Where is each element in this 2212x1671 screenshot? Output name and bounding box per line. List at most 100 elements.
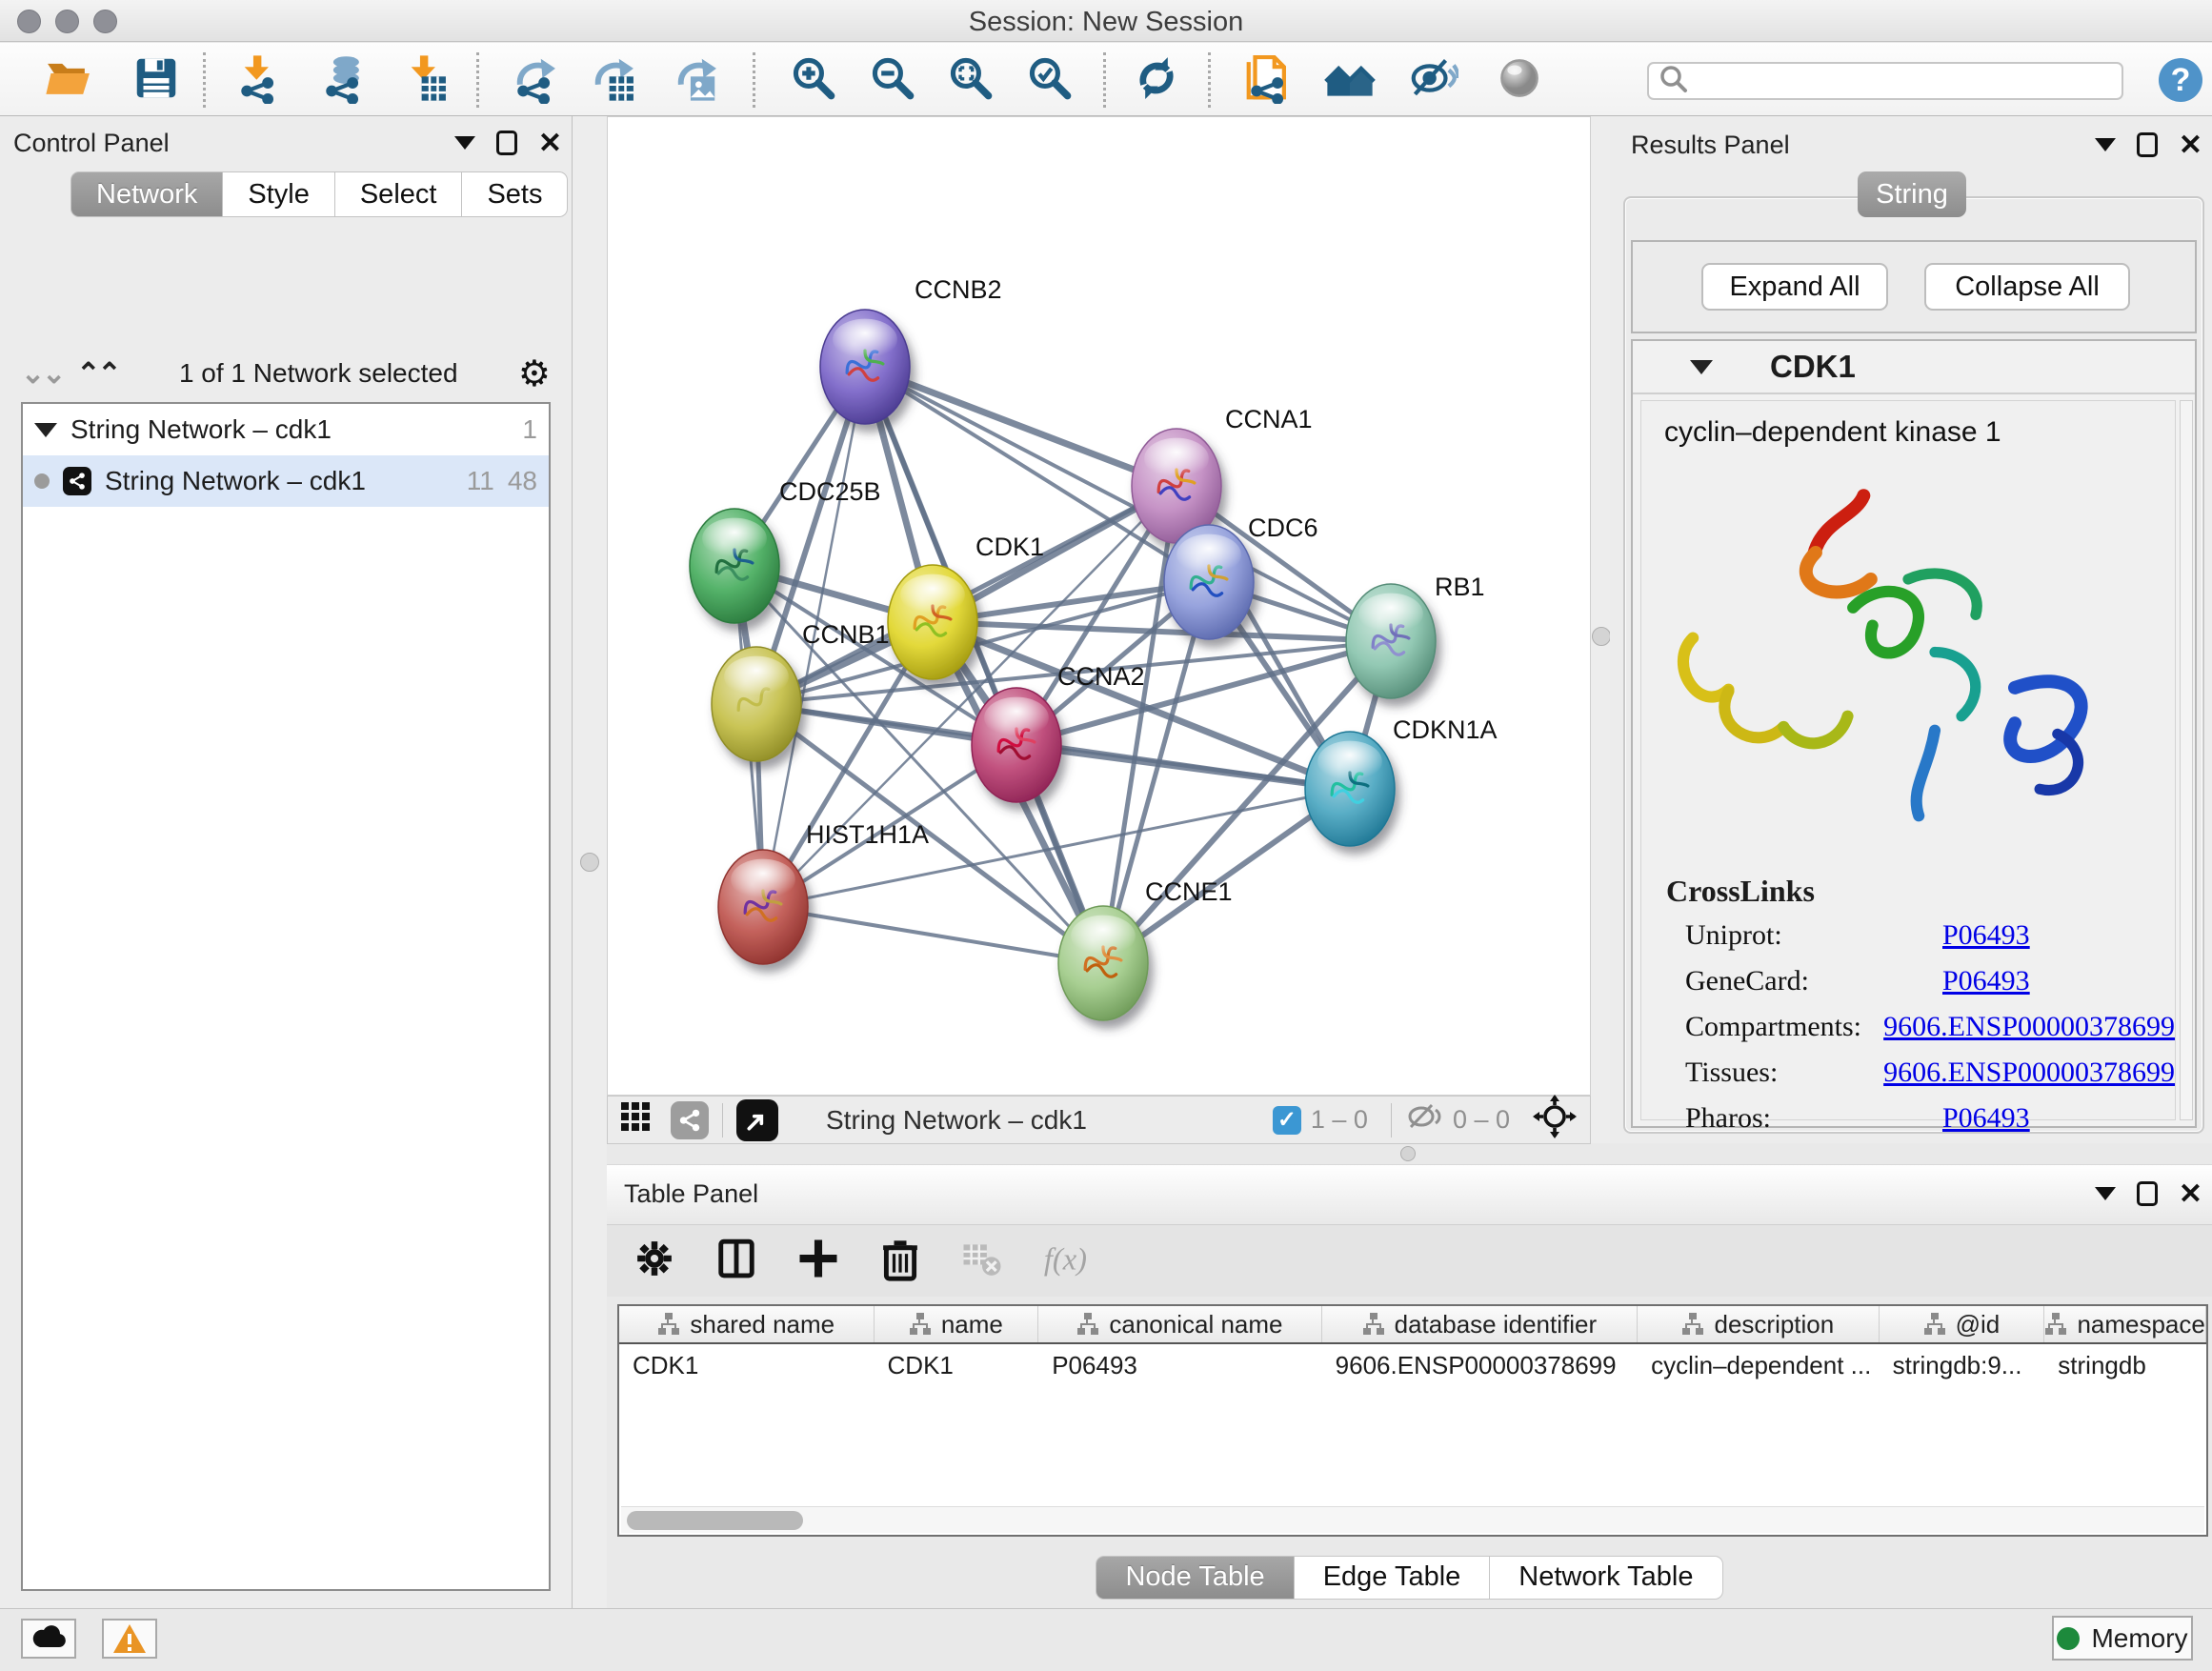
crosslink-row: Tissues:9606.ENSP00000378699 [1641,1050,2175,1096]
add-column-button[interactable] [794,1234,843,1288]
zoom-out-button[interactable] [865,54,920,106]
delete-column-button[interactable] [875,1234,925,1288]
search-input[interactable] [1689,66,2099,97]
network-node-CDK1 [888,565,977,679]
app-window: Session: New Session ? Control Panel ✕ N… [0,0,2212,1671]
show-columns-button[interactable] [712,1234,761,1288]
column-header-shared-name[interactable]: shared name [619,1306,875,1342]
toolbar-separator [203,52,206,108]
column-header-database-identifier[interactable]: database identifier [1322,1306,1638,1342]
table-panel-close-icon[interactable]: ✕ [2179,1178,2202,1211]
share-view-icon[interactable] [671,1101,709,1139]
zoom-selected-button[interactable] [1022,54,1077,106]
right-splitter-handle[interactable] [1592,627,1611,646]
export-table-icon [587,52,638,109]
collapse-arrow-icon[interactable] [34,423,57,437]
column-header--id[interactable]: @id [1880,1306,2045,1342]
zoom-fit-button[interactable] [943,54,998,106]
control-panel-close-icon[interactable]: ✕ [538,127,562,160]
tab-network[interactable]: Network [70,171,223,217]
network-tree-child-row[interactable]: String Network – cdk1 11 48 [23,455,549,507]
zoom-in-button[interactable] [786,54,841,106]
warnings-button[interactable] [102,1619,157,1659]
export-image-button[interactable] [668,54,723,106]
tab-string[interactable]: String [1858,171,1966,217]
results-panel-float-icon[interactable] [2095,138,2116,151]
memory-button[interactable]: Memory [2052,1616,2193,1661]
table-row[interactable]: CDK1CDK1P064939606.ENSP00000378699cyclin… [619,1344,2206,1386]
collapse-all-button[interactable]: Collapse All [1924,263,2130,311]
control-panel-float-icon[interactable] [454,136,475,150]
export-table-button[interactable] [585,54,640,106]
table-settings-button[interactable] [630,1234,679,1288]
table-panel-float-icon[interactable] [2095,1187,2116,1200]
results-panel-close-icon[interactable]: ✕ [2179,129,2202,162]
edge-HIST1H1A-CCNE1 [763,907,1103,963]
network-canvas[interactable]: CCNB2 CCNA1 CDC25B CDK1 CDC6 RB1 [607,116,1591,1096]
control-panel-maximize-icon[interactable] [496,131,517,155]
left-splitter-handle[interactable] [580,853,599,872]
column-header-namespace[interactable]: namespace [2044,1306,2206,1342]
results-scrollbar[interactable] [2180,400,2193,1120]
grid-view-icon[interactable] [619,1100,652,1139]
zoom-out-icon [867,52,918,109]
import-network-database-button[interactable] [315,54,371,106]
share-session-button[interactable] [1240,54,1296,106]
selected-checkbox-icon[interactable]: ✓ [1273,1106,1301,1135]
expand-all-networks-icon[interactable]: ⌃⌃ [76,357,118,391]
node-result-header[interactable]: CDK1 [1633,341,2195,394]
export-network-button[interactable] [507,54,562,106]
collapse-all-networks-icon[interactable]: ⌄⌄ [21,357,63,391]
search-field[interactable] [1647,62,2123,100]
table-panel-title: Table Panel [624,1179,758,1209]
node-result-card: CDK1 cyclin–dependent kinase 1 [1631,339,2197,1128]
tab-select[interactable]: Select [335,171,463,217]
save-session-button[interactable] [129,54,184,106]
column-header-name[interactable]: name [875,1306,1039,1342]
crosslink-value-link[interactable]: P06493 [1942,919,2030,952]
detach-view-icon[interactable] [736,1099,778,1141]
collapse-node-icon[interactable] [1690,360,1713,374]
crosslink-value-link[interactable]: 9606.ENSP00000378699 [1883,1057,2175,1089]
node-label-CDK1: CDK1 [975,533,1044,561]
tab-network-table[interactable]: Network Table [1490,1556,1722,1600]
zoom-fit-icon [945,52,996,109]
column-header-description[interactable]: description [1638,1306,1880,1342]
cloud-button[interactable] [21,1619,76,1659]
table-tabs-bar: Node TableEdge TableNetwork Table [607,1546,2212,1608]
open-session-button[interactable] [41,54,96,106]
node-count: 11 [467,466,494,496]
tab-sets[interactable]: Sets [462,171,568,217]
table-horizontal-scrollbar[interactable] [621,1506,2204,1533]
memory-status-icon [2057,1627,2080,1650]
table-scrollbar-thumb[interactable] [627,1511,803,1530]
gray-sphere-icon [1494,52,1545,109]
table-cell: 9606.ENSP00000378699 [1322,1351,1638,1380]
export-image-icon [670,52,721,109]
table-panel-maximize-icon[interactable] [2137,1181,2158,1206]
hide-selected-button[interactable] [1405,54,1460,106]
help-icon[interactable]: ? [2159,58,2202,102]
string-results-container: Expand All Collapse All CDK1 cyclin–depe… [1623,196,2204,1134]
crosslink-value-link[interactable]: P06493 [1942,1102,2030,1135]
network-tree-root-row[interactable]: String Network – cdk1 1 [23,404,549,455]
first-neighbors-button[interactable] [1322,54,1377,106]
crosslink-value-link[interactable]: P06493 [1942,965,2030,997]
show-all-button[interactable] [1492,54,1547,106]
bird-eye-view-icon[interactable] [1533,1095,1577,1145]
tab-node-table[interactable]: Node Table [1096,1556,1294,1600]
node-label-CDC25B: CDC25B [779,477,881,506]
import-table-button[interactable] [397,54,452,106]
tab-edge-table[interactable]: Edge Table [1295,1556,1491,1600]
expand-all-button[interactable]: Expand All [1701,263,1888,311]
crosslink-value-link[interactable]: 9606.ENSP00000378699 [1883,1011,2175,1043]
refresh-button[interactable] [1129,54,1184,106]
main-toolbar: ? [0,43,2212,116]
crosslink-label: Uniprot: [1685,919,1942,952]
tab-style[interactable]: Style [223,171,334,217]
horizontal-splitter-handle[interactable] [1400,1146,1416,1161]
import-network-file-button[interactable] [231,54,286,106]
network-options-gear-icon[interactable]: ⚙ [518,352,551,395]
results-panel-maximize-icon[interactable] [2137,132,2158,157]
column-header-canonical-name[interactable]: canonical name [1038,1306,1321,1342]
